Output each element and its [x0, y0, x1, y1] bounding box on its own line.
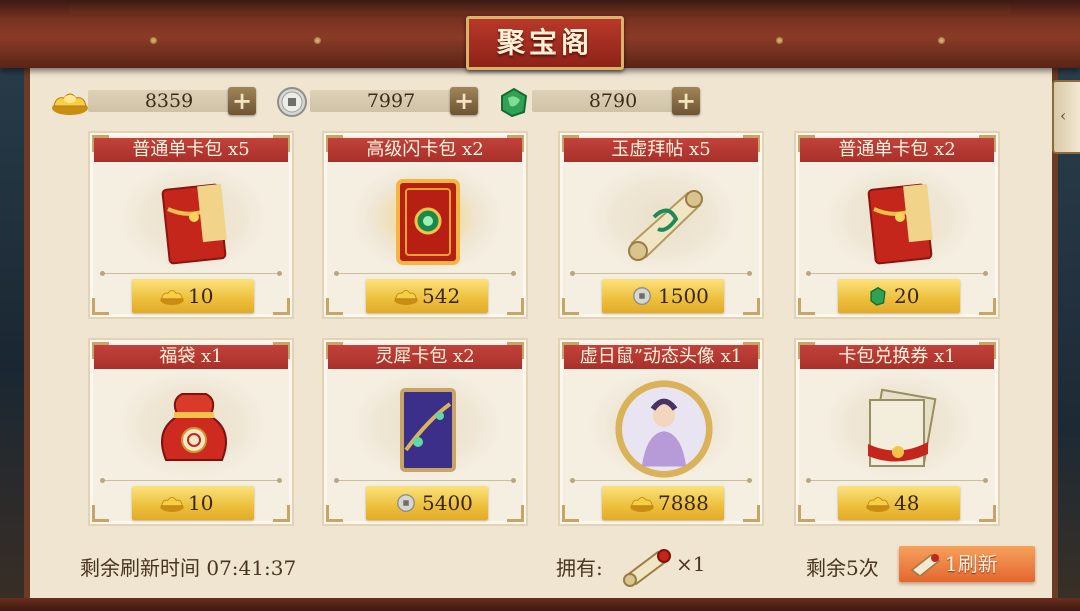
- shop-item-card[interactable]: 灵犀卡包 x2 5400: [322, 338, 528, 526]
- price-button[interactable]: 10: [132, 279, 254, 313]
- bottom-beam: [0, 598, 1080, 611]
- chevron-left-icon: ‹: [1060, 106, 1067, 125]
- price-button[interactable]: 7888: [602, 486, 724, 520]
- price-button[interactable]: 10: [132, 486, 254, 520]
- price-button[interactable]: 1500: [602, 279, 724, 313]
- red-card-pack-icon: [161, 183, 227, 265]
- refresh-timer: 剩余刷新时间 07:41:37: [80, 556, 297, 580]
- price-value: 5400: [422, 491, 473, 515]
- add-silver-button[interactable]: +: [450, 87, 478, 115]
- silver-amount: 7997: [310, 90, 472, 112]
- item-name: 普通单卡包 x5: [94, 138, 288, 162]
- side-tab-button[interactable]: ‹: [1052, 80, 1080, 154]
- shop-item-card[interactable]: 玉虚拜帖 x5 1500: [558, 131, 764, 319]
- page-title: 聚宝阁: [496, 26, 593, 59]
- title-plate: 聚宝阁: [466, 16, 624, 70]
- item-name: 灵犀卡包 x2: [328, 345, 522, 369]
- own-label: 拥有:: [556, 556, 603, 580]
- lucky-bag-icon: [161, 393, 227, 461]
- item-name: 福袋 x1: [94, 345, 288, 369]
- jade-icon: [870, 286, 886, 306]
- price-value: 10: [188, 284, 214, 308]
- gold-ingot-icon: [160, 290, 184, 305]
- shop-item-card[interactable]: 福袋 x1 10: [88, 338, 294, 526]
- price-value: 20: [894, 284, 920, 308]
- silver-coin-icon: [277, 87, 307, 117]
- flash-card-pack-icon: [396, 179, 460, 265]
- item-name: 虚日鼠”动态头像 x1: [564, 345, 758, 369]
- scroll-invitation-icon: [628, 190, 703, 261]
- refresh-scroll-icon: [910, 554, 941, 577]
- gold-ingot-icon: [630, 497, 654, 512]
- add-jade-button[interactable]: +: [672, 87, 700, 115]
- remaining-refresh-count: 剩余5次: [806, 556, 879, 580]
- jade-amount: 8790: [532, 90, 694, 112]
- price-value: 542: [422, 284, 461, 308]
- avatar-frame-icon: [615, 380, 713, 478]
- gold-ingot-icon: [394, 290, 418, 305]
- own-count: ×1: [676, 552, 706, 576]
- gold-ingot-icon: [160, 497, 184, 512]
- item-name: 普通单卡包 x2: [800, 138, 994, 162]
- purple-card-pack-icon: [400, 388, 456, 472]
- price-value: 7888: [658, 491, 709, 515]
- exchange-voucher-icon: [868, 388, 937, 467]
- shop-item-card[interactable]: 高级闪卡包 x2 542: [322, 131, 528, 319]
- shop-item-card[interactable]: 虚日鼠”动态头像 x1 7888: [558, 338, 764, 526]
- item-name: 卡包兑换券 x1: [800, 345, 994, 369]
- shop-footer: 剩余刷新时间 07:41:37 拥有: ×1 剩余5次 1刷新: [36, 540, 1046, 590]
- gold-amount: 8359: [88, 90, 250, 112]
- price-button[interactable]: 542: [366, 279, 488, 313]
- gold-ingot-icon: [52, 93, 88, 115]
- price-value: 1500: [658, 284, 709, 308]
- shop-item-card[interactable]: 普通单卡包 x2 20: [794, 131, 1000, 319]
- price-value: 10: [188, 491, 214, 515]
- gold-ingot-icon: [866, 497, 890, 512]
- item-name: 高级闪卡包 x2: [328, 138, 522, 162]
- price-button[interactable]: 20: [838, 279, 960, 313]
- shop-item-card[interactable]: 普通单卡包 x5 10: [88, 131, 294, 319]
- price-button[interactable]: 5400: [366, 486, 488, 520]
- refresh-button[interactable]: 1刷新: [899, 546, 1035, 582]
- item-name: 玉虚拜帖 x5: [564, 138, 758, 162]
- silver-coin-icon: [397, 494, 415, 512]
- shop-item-card[interactable]: 卡包兑换券 x1 48: [794, 338, 1000, 526]
- price-value: 48: [894, 491, 920, 515]
- refresh-scroll-icon: [623, 549, 671, 587]
- red-card-pack-icon: [867, 183, 933, 265]
- silver-coin-icon: [633, 287, 651, 305]
- price-button[interactable]: 48: [838, 486, 960, 520]
- refresh-button-label: 1刷新: [945, 552, 998, 576]
- add-gold-button[interactable]: +: [228, 87, 256, 115]
- jade-icon: [501, 87, 528, 118]
